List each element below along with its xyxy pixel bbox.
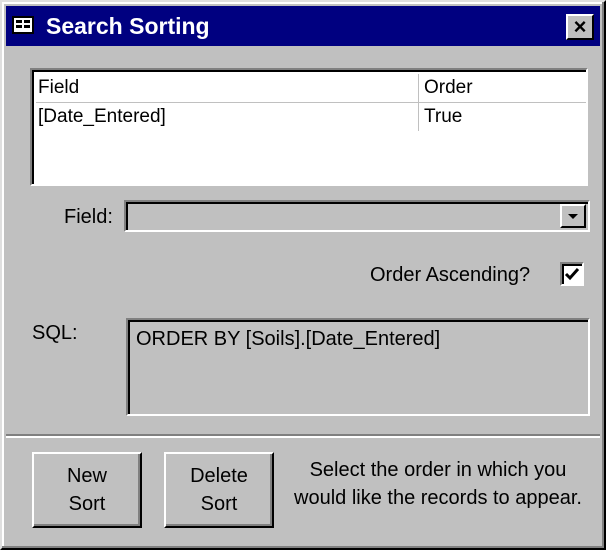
sql-value: ORDER BY [Soils].[Date_Entered] [136, 328, 441, 350]
delete-sort-button[interactable]: Delete Sort [164, 452, 274, 528]
list-item[interactable]: [Date_Entered] True [36, 103, 586, 131]
search-sorting-dialog: Search Sorting × Field Order [Date_Enter… [0, 0, 606, 550]
order-ascending-label: Order Ascending? [370, 264, 531, 286]
instructions-line1: Select the order in which you [309, 459, 567, 481]
field-dropdown[interactable] [124, 200, 590, 232]
new-sort-label-line1: New [66, 465, 107, 487]
instructions-line2: would like the records to appear. [294, 487, 582, 509]
column-header-order: Order [424, 77, 473, 98]
new-sort-label-line2: Sort [68, 493, 106, 515]
close-button[interactable]: × [566, 14, 594, 40]
list-header-row: Field Order [36, 74, 586, 103]
sql-label: SQL: [32, 322, 78, 344]
title-bar[interactable]: Search Sorting × [6, 6, 600, 46]
delete-sort-label-line2: Sort [200, 493, 238, 515]
delete-sort-label-line1: Delete [190, 465, 248, 487]
field-label: Field: [64, 206, 113, 228]
sql-textbox[interactable]: ORDER BY [Soils].[Date_Entered] [126, 318, 590, 416]
column-header-field: Field [38, 74, 419, 102]
new-sort-button[interactable]: New Sort [32, 452, 142, 528]
order-ascending-checkbox[interactable] [560, 262, 584, 286]
checkmark-icon [564, 268, 580, 281]
list-item-order: True [424, 106, 463, 127]
list-item-field: [Date_Entered] [38, 103, 419, 131]
divider [6, 434, 600, 438]
close-icon: × [573, 14, 587, 39]
sort-list[interactable]: Field Order [Date_Entered] True [30, 68, 588, 186]
instructions-text: Select the order in which you would like… [282, 456, 594, 512]
form-icon[interactable] [12, 16, 34, 34]
window-title: Search Sorting [46, 13, 210, 39]
chevron-down-icon[interactable] [560, 204, 586, 228]
